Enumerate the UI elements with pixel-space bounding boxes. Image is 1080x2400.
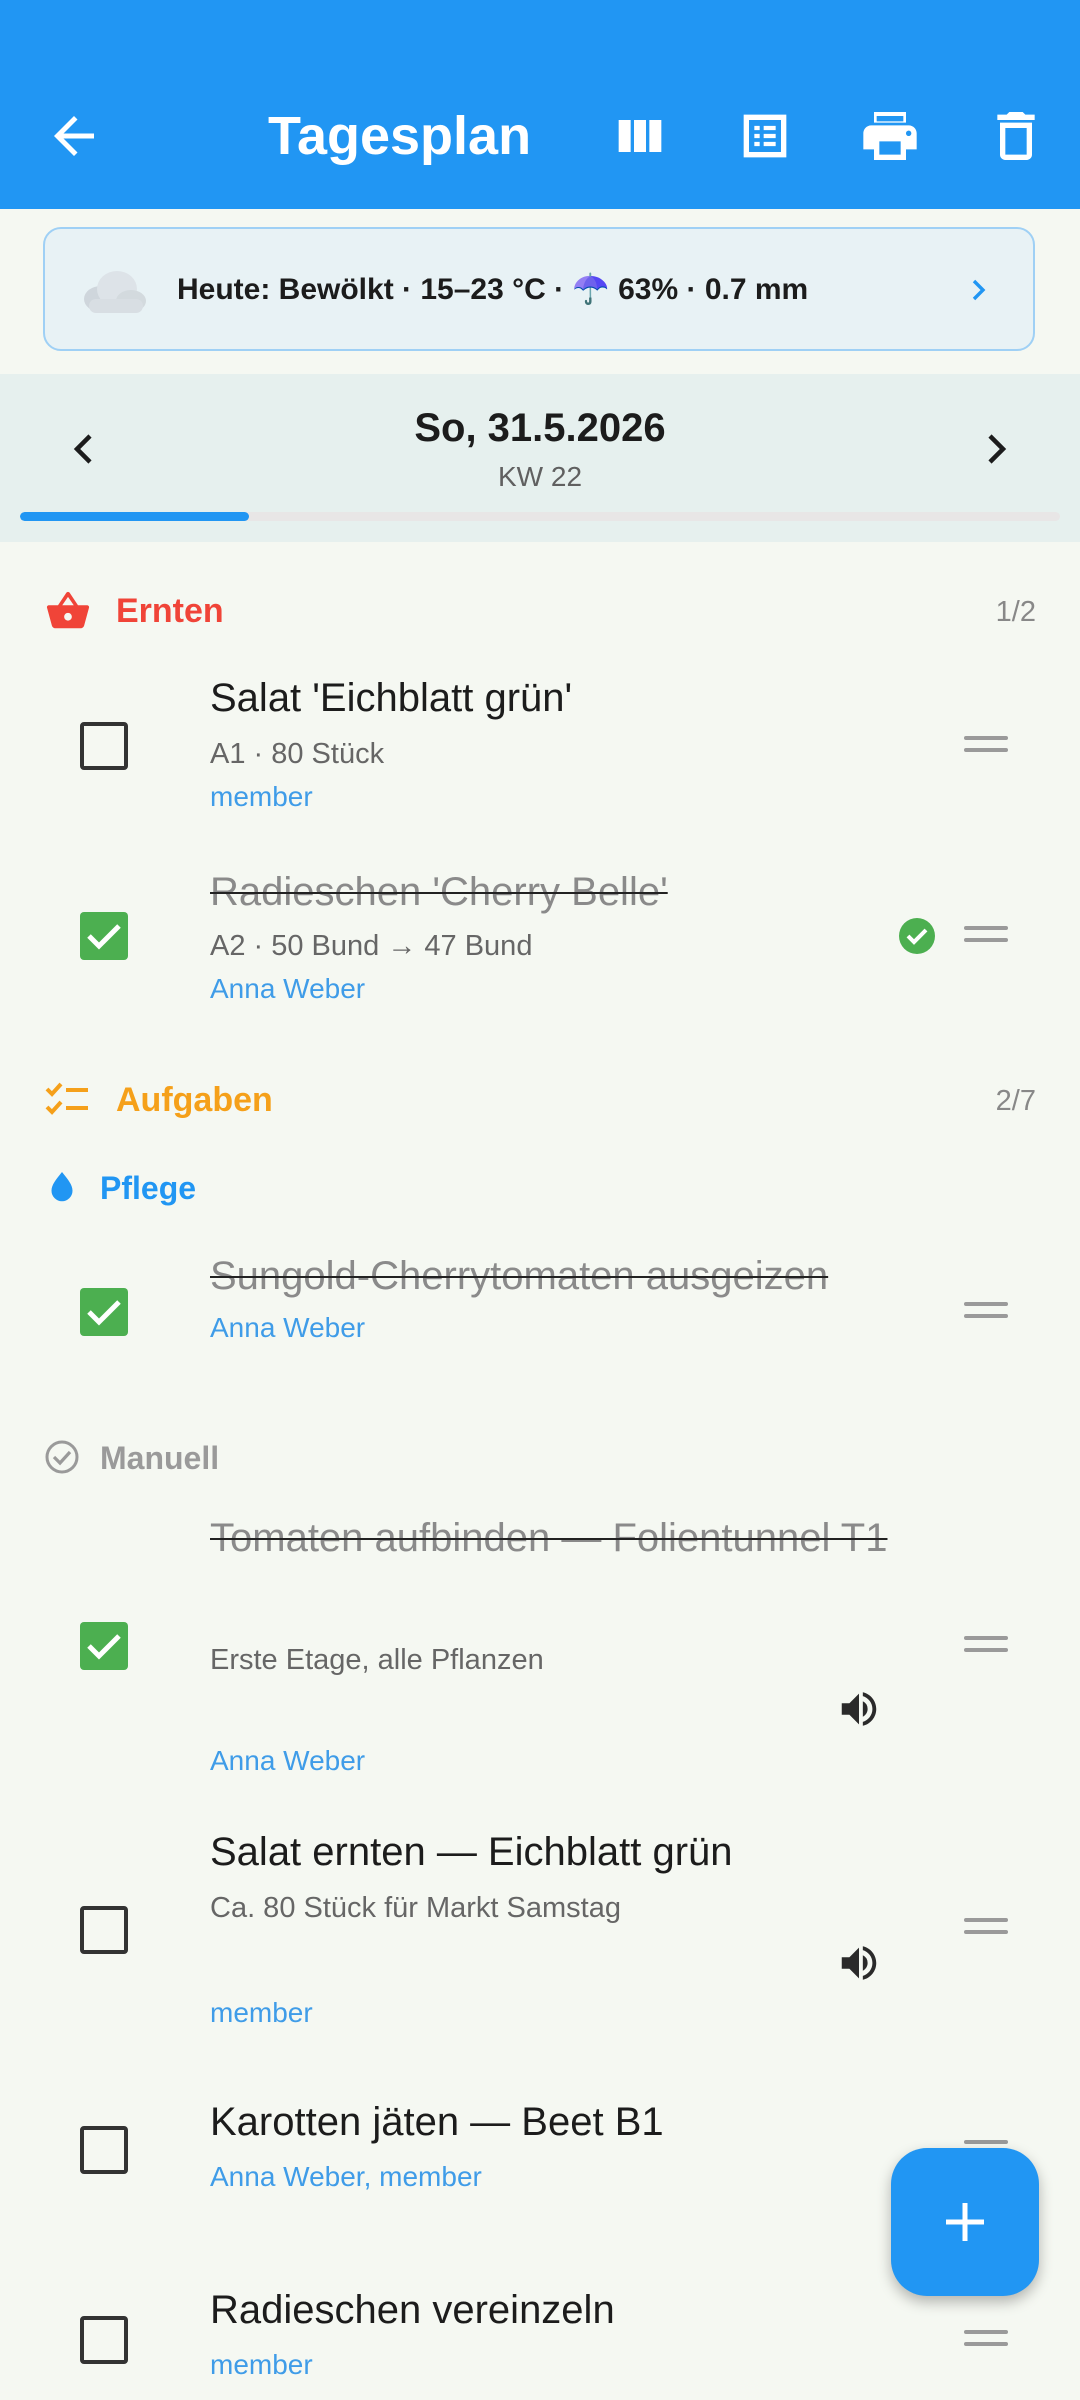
day-progress-fill: [20, 512, 249, 521]
section-header-aufgaben: Aufgaben 2/7: [44, 1073, 1044, 1127]
print-icon[interactable]: [858, 104, 922, 168]
speaker-icon[interactable]: [836, 1940, 882, 1986]
calendar-week: KW 22: [497, 461, 583, 492]
task-item[interactable]: Sungold-Cherrytomaten ausgeizen Anna Web…: [0, 1250, 1080, 1380]
basket-icon: [44, 588, 92, 634]
checkbox-checked[interactable]: [80, 912, 128, 960]
date-navigator: So, 31.5.2026 KW 22: [0, 374, 1080, 542]
cloud-icon: [79, 259, 149, 319]
section-title-ernten: Ernten: [116, 592, 224, 630]
item-assignee: Anna Weber, member: [210, 2161, 482, 2192]
delete-icon[interactable]: [984, 104, 1048, 168]
checklist-icon: [44, 1077, 92, 1123]
subgroup-title-pflege: Pflege: [100, 1170, 197, 1206]
drag-handle-icon[interactable]: [964, 926, 1008, 946]
current-date: So, 31.5.2026: [414, 406, 666, 450]
day-progress-bar: [20, 512, 1060, 521]
task-item[interactable]: Salat ernten — Eichblatt grün Ca. 80 Stü…: [0, 1826, 1080, 2046]
page-title: Tagesplan: [268, 106, 532, 166]
item-title: Karotten jäten — Beet B1: [210, 2100, 664, 2144]
item-assignee: Anna Weber: [210, 973, 366, 1004]
weather-summary: Heute: Bewölkt · 15–23 °C · ☂️ 63% · 0.7…: [177, 273, 809, 306]
item-title: Salat 'Eichblatt grün': [210, 676, 573, 720]
weather-card[interactable]: Heute: Bewölkt · 15–23 °C · ☂️ 63% · 0.7…: [43, 227, 1035, 351]
checkbox[interactable]: [80, 2316, 128, 2364]
item-assignee: member: [210, 1997, 313, 2028]
item-detail: A1 · 80 Stück: [210, 738, 385, 770]
drag-handle-icon[interactable]: [964, 1918, 1008, 1938]
item-assignee: Anna Weber: [210, 1312, 366, 1343]
list-view-icon[interactable]: [733, 104, 797, 168]
item-title: Salat ernten — Eichblatt grün: [210, 1830, 733, 1874]
chevron-right-icon: [967, 275, 991, 305]
task-item[interactable]: Tomaten aufbinden — Folientunnel T1 Erst…: [0, 1508, 1080, 1788]
checkbox[interactable]: [80, 722, 128, 770]
water-drop-icon: [44, 1168, 80, 1206]
checkbox[interactable]: [80, 2126, 128, 2174]
next-day-chevron-icon[interactable]: [976, 424, 1016, 474]
task-item[interactable]: Radieschen vereinzeln member: [0, 2284, 1080, 2400]
drag-handle-icon[interactable]: [964, 1302, 1008, 1322]
check-circle-icon: [898, 917, 936, 955]
harvest-item[interactable]: Radieschen 'Cherry Belle' A2 · 50 Bund →…: [0, 852, 1080, 1020]
view-columns-icon[interactable]: [608, 104, 672, 168]
section-count-ernten: 1/2: [995, 596, 1036, 628]
item-title: Radieschen 'Cherry Belle': [210, 870, 668, 914]
drag-handle-icon[interactable]: [964, 736, 1008, 756]
checkbox[interactable]: [80, 1906, 128, 1954]
item-detail: Erste Etage, alle Pflanzen: [210, 1644, 544, 1676]
section-header-ernten: Ernten 1/2: [44, 584, 1044, 638]
item-detail: A2 · 50 Bund → 47 Bund: [210, 930, 533, 962]
section-title-aufgaben: Aufgaben: [116, 1081, 273, 1119]
check-circle-outline-icon: [44, 1438, 80, 1476]
item-title: Tomaten aufbinden — Folientunnel T1: [210, 1516, 888, 1560]
checkbox-checked[interactable]: [80, 1288, 128, 1336]
speaker-icon[interactable]: [836, 1686, 882, 1732]
item-title: Sungold-Cherrytomaten ausgeizen: [210, 1254, 829, 1298]
subgroup-title-manuell: Manuell: [100, 1440, 220, 1476]
plus-icon: [946, 2203, 984, 2241]
item-assignee: member: [210, 2349, 313, 2380]
item-assignee: Anna Weber: [210, 1745, 366, 1776]
checkbox-checked[interactable]: [80, 1622, 128, 1670]
add-task-button[interactable]: [891, 2148, 1039, 2296]
harvest-item[interactable]: Salat 'Eichblatt grün' A1 · 80 Stück mem…: [0, 660, 1080, 828]
section-count-aufgaben: 2/7: [995, 1085, 1036, 1117]
item-title: Radieschen vereinzeln: [210, 2288, 615, 2332]
back-arrow-icon[interactable]: [44, 106, 104, 166]
drag-handle-icon[interactable]: [964, 1636, 1008, 1656]
item-detail: Ca. 80 Stück für Markt Samstag: [210, 1892, 621, 1924]
app-bar: Tagesplan: [0, 0, 1080, 209]
drag-handle-icon[interactable]: [964, 2330, 1008, 2350]
item-assignee: member: [210, 781, 313, 812]
